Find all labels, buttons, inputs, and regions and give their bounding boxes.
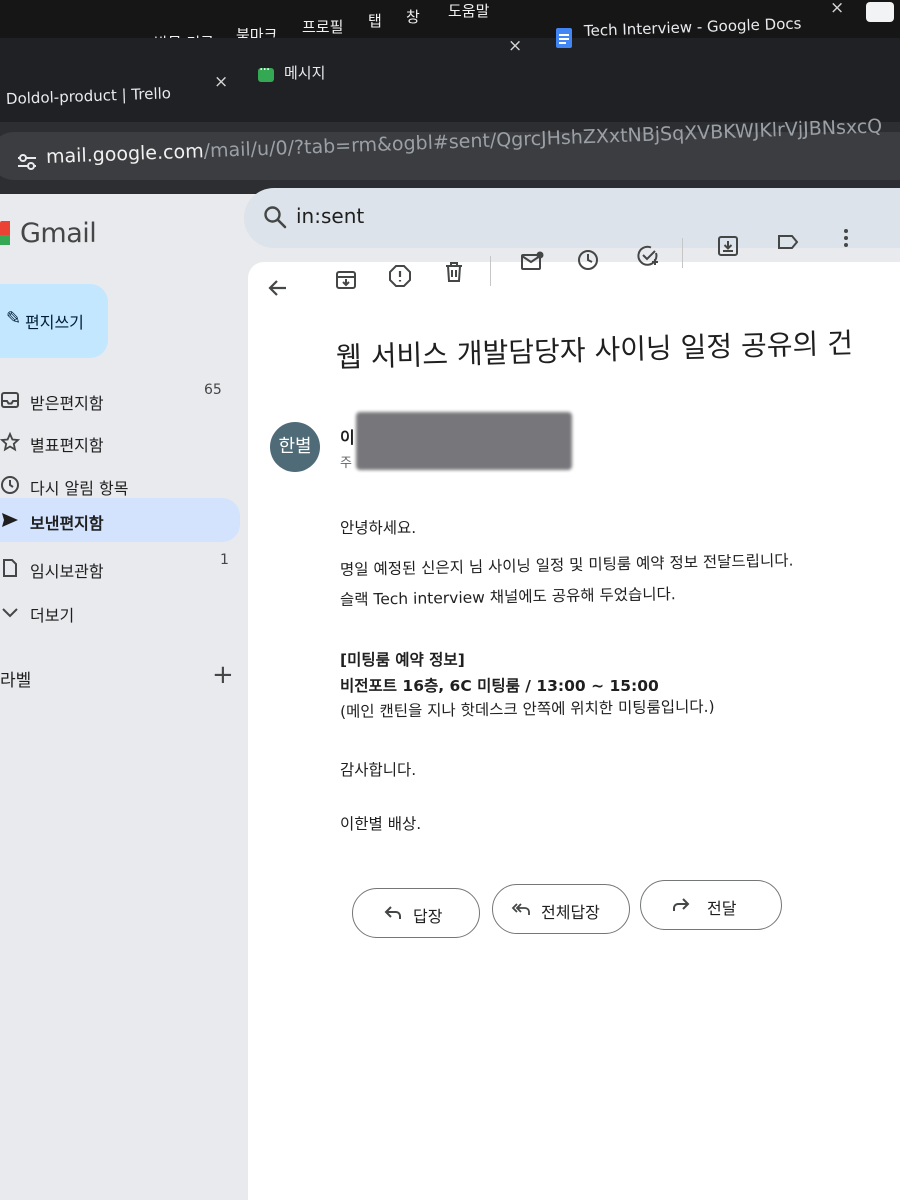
body-paragraph-line: 슬랙 Tech interview 채널에도 공유해 두었습니다.: [339, 585, 676, 609]
inbox-icon: [1, 392, 19, 408]
labels-heading: 라벨: [0, 671, 32, 691]
menu-tab[interactable]: 탭: [368, 10, 382, 31]
sidebar-item-drafts[interactable]: 임시보관함 1: [0, 550, 240, 586]
messages-icon: [258, 62, 274, 82]
body-thanks: 감사합니다.: [340, 761, 417, 779]
compose-label: 편지쓰기: [25, 313, 84, 332]
delete-icon[interactable]: [442, 260, 466, 284]
menu-help[interactable]: 도움말: [448, 0, 489, 21]
gmail-logo[interactable]: Gmail: [0, 216, 97, 250]
sidebar-item-inbox[interactable]: 받은편지함 65: [0, 382, 240, 418]
sender-name[interactable]: 이: [340, 424, 355, 448]
site-settings-icon[interactable]: [16, 152, 38, 172]
sidebar-item-label: 임시보관함: [30, 562, 104, 581]
sidebar-item-label: 더보기: [30, 606, 75, 625]
compose-button[interactable]: ✎ 편지쓰기: [0, 284, 108, 358]
address-bar: mail.google.com/mail/u/0/?tab=rm&ogbl#se…: [0, 115, 900, 194]
menu-window[interactable]: 창: [406, 6, 420, 27]
tab-trello[interactable]: Doldol-product | Trello: [6, 84, 172, 108]
sidebar-item-label: 보낸편지함: [30, 514, 104, 533]
search-bar[interactable]: in:sent: [244, 188, 900, 248]
tab-title: Doldol-product | Trello: [5, 84, 172, 108]
sidebar-item-starred[interactable]: 별표편지함: [0, 424, 240, 460]
toolbar-divider: [490, 256, 491, 286]
move-to-icon[interactable]: [716, 234, 740, 258]
tab-strip: Doldol-product | Trello × 메시지 × Tech Int…: [0, 0, 900, 122]
snooze-icon[interactable]: [576, 248, 600, 272]
body-greeting: 안녕하세요.: [340, 519, 417, 537]
menu-profile[interactable]: 프로필: [302, 16, 343, 37]
reply-button[interactable]: 답장: [352, 888, 480, 938]
star-icon: [0, 432, 20, 452]
forward-icon: [673, 898, 690, 911]
archive-icon[interactable]: [334, 268, 358, 292]
toolbar-divider: [682, 238, 683, 268]
google-docs-icon: [556, 28, 572, 48]
reply-all-label: 전체답장: [541, 903, 600, 922]
sidebar-item-more[interactable]: 더보기: [0, 594, 240, 630]
gmail-app: Gmail in:sent ✎ 편지쓰기 받은편지함 65 별표편지함 다시 알…: [0, 188, 900, 1200]
gmail-m-icon: [0, 221, 10, 245]
body-section-heading: [미팅룸 예약 정보]: [340, 651, 465, 669]
more-vert-icon[interactable]: [834, 226, 858, 250]
tab-close-icon[interactable]: ×: [508, 36, 522, 56]
search-input[interactable]: in:sent: [296, 204, 364, 228]
sidebar-item-sent[interactable]: 보낸편지함: [0, 498, 240, 542]
body-signature: 이한별 배상.: [340, 815, 422, 833]
profile-avatar[interactable]: [866, 2, 894, 22]
message-panel: 웹 서비스 개발담당자 사이닝 일정 공유의 건 한별 이 주 안녕하세요. 명…: [248, 229, 900, 1200]
draft-count: 1: [220, 552, 229, 568]
sidebar-item-label: 별표편지함: [30, 436, 104, 455]
reply-all-button[interactable]: 전체답장: [492, 884, 630, 934]
report-spam-icon[interactable]: [388, 264, 412, 288]
forward-label: 전달: [707, 899, 737, 918]
tab-close-icon[interactable]: ×: [214, 72, 228, 92]
sidebar-item-label: 다시 알림 항목: [30, 479, 129, 498]
add-label-icon[interactable]: +: [212, 660, 234, 690]
tab-messages[interactable]: 메시지: [284, 62, 325, 83]
back-arrow-icon[interactable]: [266, 276, 290, 300]
clock-icon: [1, 476, 19, 494]
chevron-down-icon: [2, 608, 18, 618]
unread-count: 65: [204, 382, 222, 398]
reply-icon: [384, 906, 401, 919]
add-task-icon[interactable]: [636, 244, 660, 268]
search-icon[interactable]: [262, 204, 288, 230]
email-subject: 웹 서비스 개발담당자 사이닝 일정 공유의 건: [335, 326, 854, 374]
mark-unread-icon[interactable]: [520, 250, 544, 274]
label-icon[interactable]: [776, 230, 800, 254]
sender-avatar[interactable]: 한별: [270, 422, 320, 472]
sidebar-item-label: 받은편지함: [30, 394, 104, 413]
send-icon: [2, 513, 18, 527]
recipient-line[interactable]: 주: [340, 452, 352, 471]
forward-button[interactable]: 전달: [640, 880, 782, 930]
tab-title: 메시지: [284, 64, 326, 82]
draft-icon: [3, 559, 17, 577]
body-location-note: (메인 캔틴을 지나 핫데스크 안쪽에 위치한 미팅룸입니다.): [339, 697, 715, 721]
body-booking-detail: 비전포트 16층, 6C 미팅룸 / 13:00 ~ 15:00: [340, 677, 659, 695]
redaction-overlay: [356, 412, 572, 470]
reply-label: 답장: [413, 907, 443, 926]
pencil-icon: ✎: [6, 308, 22, 329]
body-paragraph-line: 명일 예정된 신은지 님 사이닝 일정 및 미팅룸 예약 정보 전달드립니다.: [339, 551, 794, 579]
tab-close-icon[interactable]: ×: [830, 0, 844, 18]
reply-all-icon: [511, 903, 530, 915]
gmail-wordmark: Gmail: [20, 217, 97, 249]
